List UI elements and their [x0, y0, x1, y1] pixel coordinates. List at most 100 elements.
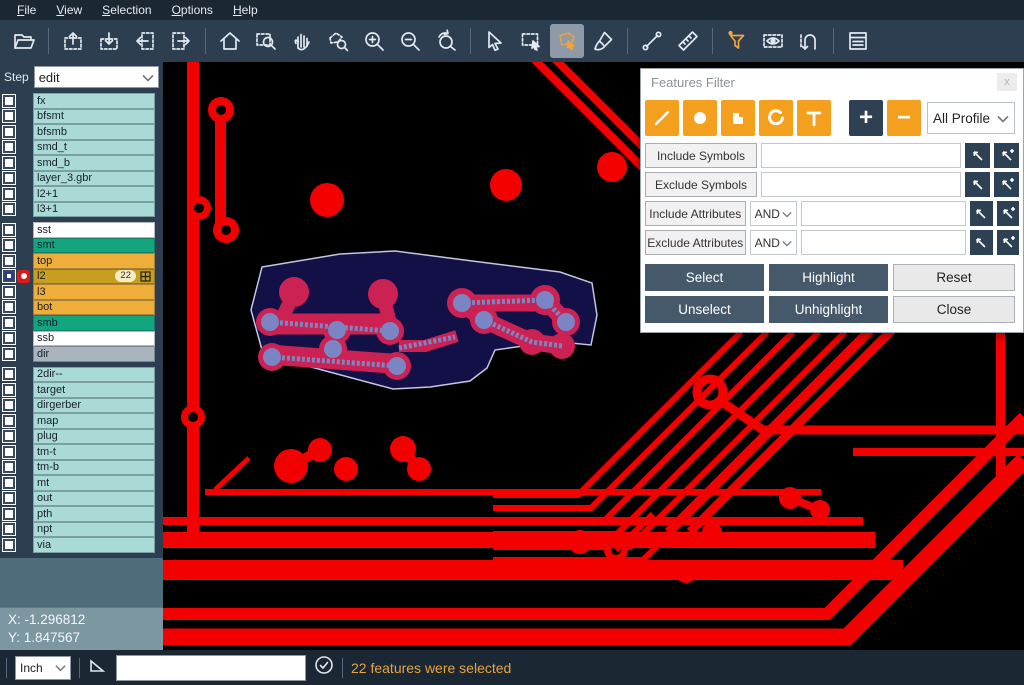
layer-visibility-checkbox[interactable]: [3, 508, 15, 520]
layer-visibility-checkbox[interactable]: [3, 430, 15, 442]
layer-visibility-checkbox[interactable]: [3, 286, 15, 298]
include-polarity-button[interactable]: +: [849, 100, 883, 136]
unhighlight-button[interactable]: Unhighlight: [769, 296, 888, 323]
export-up-icon[interactable]: [56, 24, 90, 58]
dialog-close-button[interactable]: x: [997, 73, 1017, 91]
polygon-select-icon[interactable]: [550, 24, 584, 58]
layer-row-dirgerber[interactable]: dirgerber: [0, 398, 163, 414]
layer-visibility-checkbox[interactable]: [3, 446, 15, 458]
highlight-button[interactable]: Highlight: [769, 264, 888, 291]
profile-dropdown[interactable]: All Profile: [927, 102, 1015, 134]
include-attributes-button[interactable]: Include Attributes: [645, 201, 746, 226]
units-dropdown[interactable]: Inch: [15, 656, 71, 680]
layer-row-fx[interactable]: fx: [0, 93, 163, 109]
layer-visibility-checkbox[interactable]: [3, 523, 15, 535]
layer-visibility-checkbox[interactable]: [3, 239, 15, 251]
exclude-attributes-pick-button[interactable]: [970, 230, 992, 255]
layer-visibility-checkbox[interactable]: [3, 141, 15, 153]
layer-row-out[interactable]: out: [0, 491, 163, 507]
view-options-icon[interactable]: [756, 24, 790, 58]
layer-row-via[interactable]: via: [0, 537, 163, 553]
exclude-attributes-button[interactable]: Exclude Attributes: [645, 230, 746, 255]
import-down-icon[interactable]: [92, 24, 126, 58]
layer-row-l3+1[interactable]: l3+1: [0, 202, 163, 218]
layer-visibility-checkbox[interactable]: [3, 461, 15, 473]
unselect-button[interactable]: Unselect: [645, 296, 764, 323]
include-symbols-pick-button[interactable]: [965, 143, 990, 168]
line-tool-button[interactable]: [645, 100, 679, 136]
step-forward-icon[interactable]: [164, 24, 198, 58]
layer-visibility-checkbox[interactable]: [3, 203, 15, 215]
layer-visibility-checkbox[interactable]: [3, 188, 15, 200]
layer-row-smb[interactable]: smb: [0, 315, 163, 331]
layer-visibility-checkbox[interactable]: [3, 255, 15, 267]
menu-selection[interactable]: Selection: [93, 1, 160, 19]
layer-visibility-checkbox[interactable]: [3, 301, 15, 313]
layer-row-bot[interactable]: bot: [0, 300, 163, 316]
layers-list-icon[interactable]: [841, 24, 875, 58]
step-dropdown[interactable]: edit: [34, 66, 159, 88]
include-attributes-operator-dropdown[interactable]: AND: [750, 201, 798, 226]
layer-visibility-checkbox[interactable]: [3, 157, 15, 169]
exclude-polarity-button[interactable]: −: [887, 100, 921, 136]
layer-row-npt[interactable]: npt: [0, 522, 163, 538]
layer-row-mt[interactable]: mt: [0, 475, 163, 491]
zoom-window-icon[interactable]: [249, 24, 283, 58]
layer-row-sst[interactable]: sst: [0, 222, 163, 238]
exclude-attributes-input[interactable]: [801, 230, 966, 255]
arc-tool-button[interactable]: [759, 100, 793, 136]
layer-visibility-checkbox[interactable]: [3, 384, 15, 396]
layer-visibility-checkbox[interactable]: [3, 317, 15, 329]
layer-visibility-checkbox[interactable]: [3, 126, 15, 138]
pad-tool-button[interactable]: [683, 100, 717, 136]
zoom-previous-icon[interactable]: [429, 24, 463, 58]
layer-row-ssb[interactable]: ssb: [0, 331, 163, 347]
menu-view[interactable]: View: [47, 1, 91, 19]
layer-row-l2[interactable]: l222: [0, 269, 163, 285]
menu-help[interactable]: Help: [224, 1, 267, 19]
menu-file[interactable]: File: [8, 1, 45, 19]
include-symbols-button[interactable]: Include Symbols: [645, 143, 757, 168]
include-symbols-input[interactable]: [761, 143, 961, 168]
layer-row-layer_3.gbr[interactable]: layer_3.gbr: [0, 171, 163, 187]
layer-visibility-checkbox[interactable]: [3, 172, 15, 184]
measure-points-icon[interactable]: [635, 24, 669, 58]
layer-visibility-checkbox[interactable]: [3, 270, 15, 282]
include-attributes-input[interactable]: [801, 201, 966, 226]
layer-row-tm-t[interactable]: tm-t: [0, 444, 163, 460]
snap-loop-icon[interactable]: [792, 24, 826, 58]
close-button[interactable]: Close: [893, 296, 1015, 323]
exclude-symbols-pick-add-button[interactable]: [994, 172, 1019, 197]
layer-visibility-checkbox[interactable]: [3, 368, 15, 380]
exclude-symbols-input[interactable]: [761, 172, 961, 197]
include-attributes-pick-add-button[interactable]: [997, 201, 1019, 226]
layer-row-pth[interactable]: pth: [0, 506, 163, 522]
refresh-check-icon[interactable]: [314, 655, 334, 680]
layer-visibility-checkbox[interactable]: [3, 399, 15, 411]
layer-row-l3[interactable]: l3: [0, 284, 163, 300]
zoom-out-icon[interactable]: [393, 24, 427, 58]
include-attributes-pick-button[interactable]: [970, 201, 992, 226]
select-button[interactable]: Select: [645, 264, 764, 291]
clear-brush-icon[interactable]: [586, 24, 620, 58]
open-folder-icon[interactable]: [7, 24, 41, 58]
layer-row-tm-b[interactable]: tm-b: [0, 460, 163, 476]
features-filter-icon[interactable]: [720, 24, 754, 58]
layer-row-l2+1[interactable]: l2+1: [0, 186, 163, 202]
layer-visibility-checkbox[interactable]: [3, 332, 15, 344]
exclude-symbols-pick-button[interactable]: [965, 172, 990, 197]
layer-row-plug[interactable]: plug: [0, 429, 163, 445]
zoom-in-icon[interactable]: [357, 24, 391, 58]
surface-tool-button[interactable]: [721, 100, 755, 136]
layer-row-map[interactable]: map: [0, 413, 163, 429]
home-view-icon[interactable]: [213, 24, 247, 58]
zoom-polygon-icon[interactable]: [321, 24, 355, 58]
exclude-symbols-button[interactable]: Exclude Symbols: [645, 172, 757, 197]
layer-row-target[interactable]: target: [0, 382, 163, 398]
layer-row-dir[interactable]: dir: [0, 346, 163, 362]
corner-angle-icon[interactable]: [88, 656, 108, 679]
exclude-attributes-operator-dropdown[interactable]: AND: [750, 230, 798, 255]
include-symbols-pick-add-button[interactable]: [994, 143, 1019, 168]
layer-row-bfsmb[interactable]: bfsmb: [0, 124, 163, 140]
ruler-icon[interactable]: [671, 24, 705, 58]
